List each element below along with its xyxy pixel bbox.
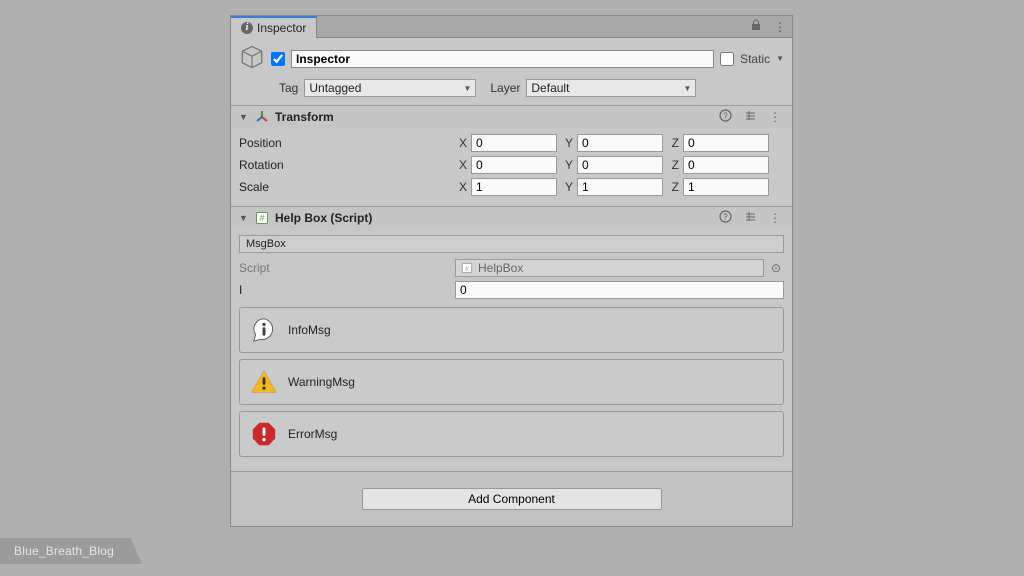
component-transform: ▼ Transform ? ⋮ Position X Y Z (231, 106, 792, 207)
layer-dropdown[interactable]: Default ▼ (526, 79, 696, 97)
tab-inspector[interactable]: i Inspector (231, 16, 317, 38)
help-icon[interactable]: ? (716, 210, 735, 226)
axis-y: Y (561, 180, 573, 194)
i-label: I (239, 283, 451, 297)
rotation-row: Rotation X Y Z (239, 154, 784, 176)
tag-label: Tag (279, 81, 298, 95)
static-label: Static (740, 52, 770, 66)
help-icon[interactable]: ? (716, 109, 735, 125)
preset-icon[interactable] (741, 109, 760, 125)
scale-label: Scale (239, 180, 451, 194)
object-picker-icon[interactable]: ⊙ (768, 261, 784, 275)
axis-x: X (455, 180, 467, 194)
helpbox-header[interactable]: ▼ # Help Box (Script) ? ⋮ (231, 207, 792, 229)
transform-title: Transform (275, 110, 710, 124)
kebab-menu-icon[interactable]: ⋮ (766, 211, 784, 225)
msgbox-label: MsgBox (239, 235, 784, 253)
script-field: # HelpBox (455, 259, 764, 277)
gameobject-active-checkbox[interactable] (271, 52, 285, 66)
tab-bar: i Inspector ⋮ (231, 16, 792, 38)
rotation-z-input[interactable] (683, 156, 769, 174)
scale-z-input[interactable] (683, 178, 769, 196)
position-z-input[interactable] (683, 134, 769, 152)
svg-text:#: # (465, 266, 469, 273)
axis-z: Z (667, 136, 679, 150)
static-checkbox[interactable] (720, 52, 734, 66)
add-component-button[interactable]: Add Component (362, 488, 662, 510)
scale-x-input[interactable] (471, 178, 557, 196)
tab-label: Inspector (257, 21, 306, 35)
gameobject-name-input[interactable] (291, 50, 714, 68)
error-msg-text: ErrorMsg (288, 427, 337, 441)
axis-y: Y (561, 136, 573, 150)
axis-z: Z (667, 158, 679, 172)
info-msg-text: InfoMsg (288, 323, 331, 337)
axis-z: Z (667, 180, 679, 194)
lock-icon[interactable] (744, 19, 768, 34)
i-input[interactable] (455, 281, 784, 299)
position-row: Position X Y Z (239, 132, 784, 154)
kebab-menu-icon[interactable]: ⋮ (766, 110, 784, 124)
helpbox-info: InfoMsg (239, 307, 784, 353)
transform-icon (255, 110, 269, 124)
chevron-down-icon: ▼ (683, 84, 691, 93)
rotation-label: Rotation (239, 158, 451, 172)
helpbox-error: ErrorMsg (239, 411, 784, 457)
layer-label: Layer (490, 81, 520, 95)
scale-row: Scale X Y Z (239, 176, 784, 198)
position-x-input[interactable] (471, 134, 557, 152)
helpbox-title: Help Box (Script) (275, 211, 710, 225)
tag-dropdown[interactable]: Untagged ▼ (304, 79, 476, 97)
gameobject-header: Static ▼ (231, 38, 792, 75)
scale-y-input[interactable] (577, 178, 663, 196)
position-label: Position (239, 136, 451, 150)
svg-text:?: ? (723, 213, 728, 222)
tag-value: Untagged (309, 81, 361, 95)
svg-text:?: ? (723, 112, 728, 121)
warning-triangle-icon (250, 368, 278, 396)
preset-icon[interactable] (741, 210, 760, 226)
helpbox-warning: WarningMsg (239, 359, 784, 405)
script-icon: # (460, 261, 474, 275)
svg-text:#: # (259, 213, 264, 223)
rotation-y-input[interactable] (577, 156, 663, 174)
axis-x: X (455, 136, 467, 150)
foldout-icon[interactable]: ▼ (239, 112, 249, 122)
chevron-down-icon: ▼ (463, 84, 471, 93)
axis-x: X (455, 158, 467, 172)
info-bubble-icon (250, 316, 278, 344)
script-row: Script # HelpBox ⊙ (239, 257, 784, 279)
static-dropdown-arrow[interactable]: ▼ (776, 54, 784, 63)
axis-y: Y (561, 158, 573, 172)
i-row: I (239, 279, 784, 301)
info-icon: i (241, 22, 253, 34)
script-label: Script (239, 261, 451, 275)
add-component-region: Add Component (231, 472, 792, 526)
layer-value: Default (531, 81, 569, 95)
watermark: Blue_Breath_Blog (0, 538, 142, 564)
rotation-x-input[interactable] (471, 156, 557, 174)
transform-header[interactable]: ▼ Transform ? ⋮ (231, 106, 792, 128)
inspector-window: i Inspector ⋮ Static ▼ Tag Untagged ▼ La… (230, 15, 793, 527)
script-value: HelpBox (478, 261, 523, 275)
error-octagon-icon (250, 420, 278, 448)
position-y-input[interactable] (577, 134, 663, 152)
warning-msg-text: WarningMsg (288, 375, 355, 389)
foldout-icon[interactable]: ▼ (239, 213, 249, 223)
component-helpbox: ▼ # Help Box (Script) ? ⋮ MsgBox Script … (231, 207, 792, 472)
tag-layer-row: Tag Untagged ▼ Layer Default ▼ (231, 75, 792, 106)
script-icon: # (255, 211, 269, 225)
cube-icon[interactable] (239, 44, 265, 73)
kebab-menu-icon[interactable]: ⋮ (768, 20, 792, 34)
